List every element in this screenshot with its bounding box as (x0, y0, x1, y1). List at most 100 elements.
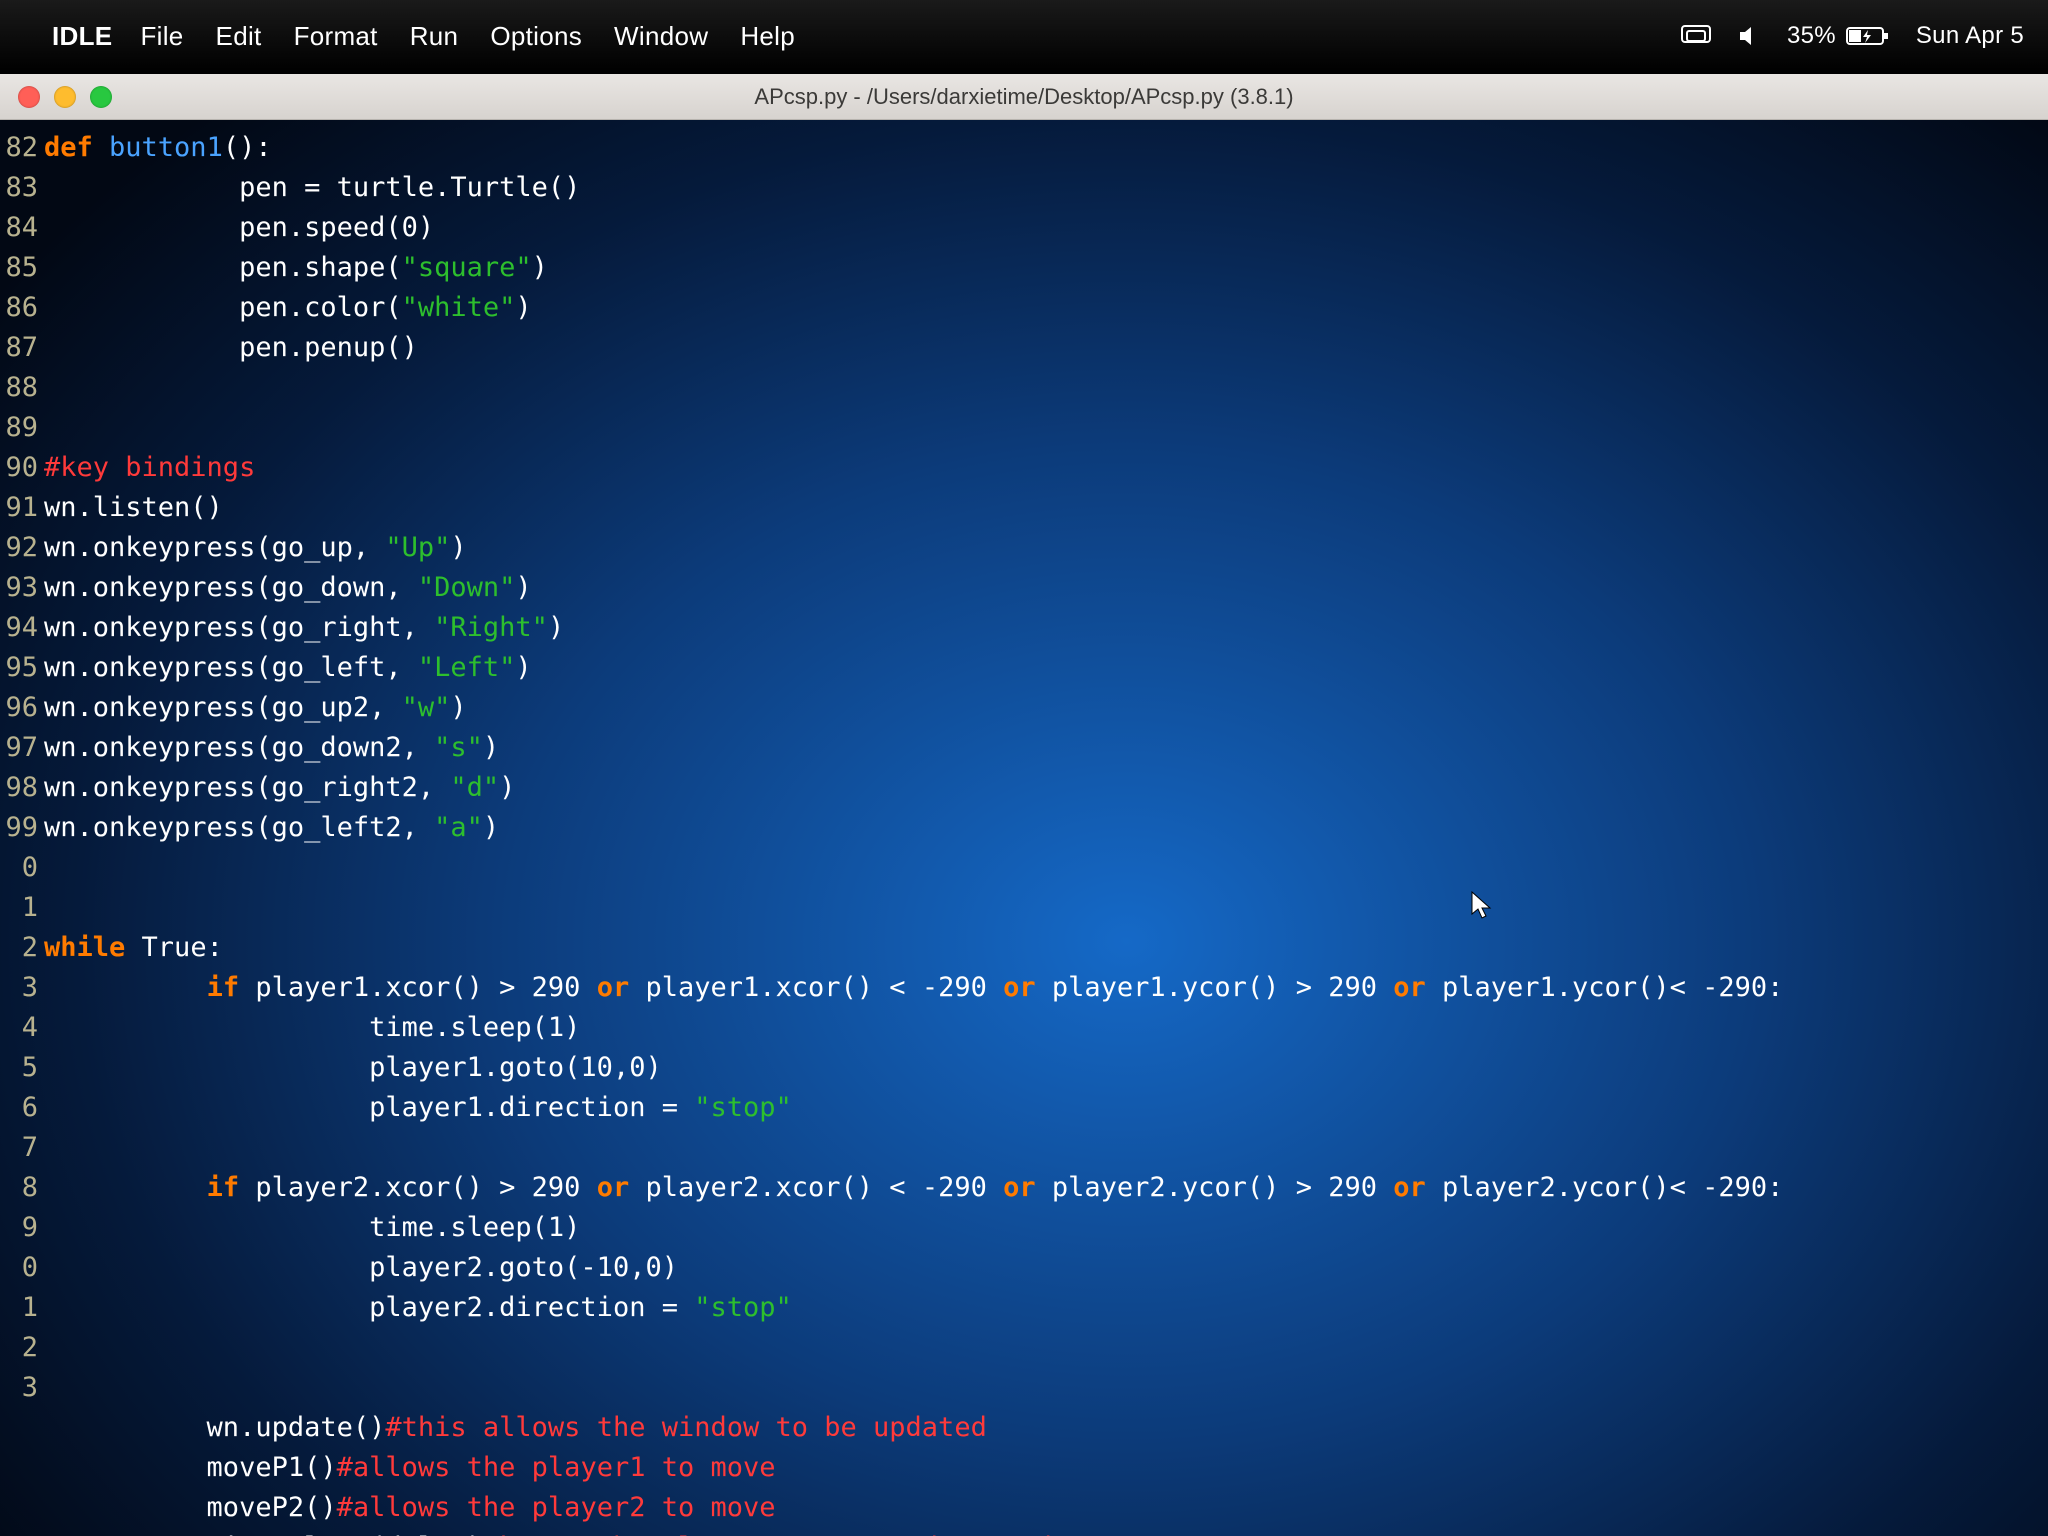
code-content[interactable] (44, 408, 2048, 448)
code-line[interactable]: 85 pen.shape("square") (0, 248, 2048, 288)
code-content[interactable]: wn.onkeypress(go_down, "Down") (44, 568, 2048, 608)
code-content[interactable]: #key bindings (44, 448, 2048, 488)
menu-options[interactable]: Options (490, 21, 582, 52)
code-content[interactable]: time.sleep(1) (44, 1208, 2048, 1248)
code-line[interactable]: 4 time.sleep(1) (0, 1008, 2048, 1048)
menu-help[interactable]: Help (740, 21, 795, 52)
code-content[interactable] (44, 1128, 2048, 1168)
code-line[interactable]: 93wn.onkeypress(go_down, "Down") (0, 568, 2048, 608)
line-number: 0 (0, 848, 44, 888)
code-line[interactable]: 94wn.onkeypress(go_right, "Right") (0, 608, 2048, 648)
code-content[interactable]: wn.onkeypress(go_up, "Up") (44, 528, 2048, 568)
menu-run[interactable]: Run (410, 21, 459, 52)
code-line[interactable]: 98wn.onkeypress(go_right2, "d") (0, 768, 2048, 808)
code-line[interactable]: 2 (0, 1328, 2048, 1368)
code-line[interactable]: moveP1()#allows the player1 to move (0, 1448, 2048, 1488)
code-content[interactable]: wn.update()#this allows the window to be… (44, 1408, 2048, 1448)
line-number: 99 (0, 808, 44, 848)
code-content[interactable]: pen = turtle.Turtle() (44, 168, 2048, 208)
line-number: 97 (0, 728, 44, 768)
code-content[interactable]: pen.shape("square") (44, 248, 2048, 288)
code-line[interactable]: moveP2()#allows the player2 to move (0, 1488, 2048, 1528)
menubar-clock[interactable]: Sun Apr 5 (1916, 22, 2024, 50)
code-line[interactable]: 5 player1.goto(10,0) (0, 1048, 2048, 1088)
code-line[interactable]: time.sleep(delay)#keeps the player at a … (0, 1528, 2048, 1536)
code-content[interactable]: time.sleep(delay)#keeps the player at a … (44, 1528, 2048, 1536)
code-line[interactable]: 1 (0, 888, 2048, 928)
code-content[interactable]: pen.color("white") (44, 288, 2048, 328)
code-line[interactable]: 88 (0, 368, 2048, 408)
close-button[interactable] (18, 86, 40, 108)
line-number: 85 (0, 248, 44, 288)
code-content[interactable] (44, 1328, 2048, 1368)
code-content[interactable]: player2.goto(-10,0) (44, 1248, 2048, 1288)
code-line[interactable]: 1 player2.direction = "stop" (0, 1288, 2048, 1328)
code-content[interactable]: wn.onkeypress(go_right2, "d") (44, 768, 2048, 808)
code-line[interactable]: 7 (0, 1128, 2048, 1168)
battery-percent-text: 35% (1787, 22, 1836, 50)
menu-format[interactable]: Format (294, 21, 378, 52)
code-content[interactable]: pen.speed(0) (44, 208, 2048, 248)
code-content[interactable]: wn.onkeypress(go_right, "Right") (44, 608, 2048, 648)
code-line[interactable]: 3 if player1.xcor() > 290 or player1.xco… (0, 968, 2048, 1008)
code-line[interactable]: 82def button1(): (0, 128, 2048, 168)
code-content[interactable]: if player2.xcor() > 290 or player2.xcor(… (44, 1168, 2048, 1208)
code-content[interactable]: player2.direction = "stop" (44, 1288, 2048, 1328)
code-line[interactable]: 84 pen.speed(0) (0, 208, 2048, 248)
code-content[interactable]: def button1(): (44, 128, 2048, 168)
code-line[interactable]: 8 if player2.xcor() > 290 or player2.xco… (0, 1168, 2048, 1208)
code-line[interactable]: 2while True: (0, 928, 2048, 968)
menu-window[interactable]: Window (614, 21, 708, 52)
code-line[interactable]: 97wn.onkeypress(go_down2, "s") (0, 728, 2048, 768)
code-line[interactable]: 86 pen.color("white") (0, 288, 2048, 328)
traffic-lights (18, 86, 112, 108)
code-line[interactable]: 3 (0, 1368, 2048, 1408)
code-line[interactable]: 91wn.listen() (0, 488, 2048, 528)
code-content[interactable]: player1.direction = "stop" (44, 1088, 2048, 1128)
volume-icon[interactable] (1737, 25, 1761, 47)
menu-file[interactable]: File (140, 21, 183, 52)
code-line[interactable]: 89 (0, 408, 2048, 448)
code-content[interactable] (44, 368, 2048, 408)
code-line[interactable]: 87 pen.penup() (0, 328, 2048, 368)
code-line[interactable]: wn.update()#this allows the window to be… (0, 1408, 2048, 1448)
code-content[interactable] (44, 888, 2048, 928)
code-line[interactable]: 99wn.onkeypress(go_left2, "a") (0, 808, 2048, 848)
code-content[interactable]: wn.onkeypress(go_left2, "a") (44, 808, 2048, 848)
code-line[interactable]: 6 player1.direction = "stop" (0, 1088, 2048, 1128)
line-number (0, 1488, 44, 1528)
code-editor[interactable]: 82def button1():83 pen = turtle.Turtle()… (0, 120, 2048, 1536)
code-line[interactable]: 83 pen = turtle.Turtle() (0, 168, 2048, 208)
code-content[interactable]: moveP2()#allows the player2 to move (44, 1488, 2048, 1528)
code-line[interactable]: 90#key bindings (0, 448, 2048, 488)
code-line[interactable]: 95wn.onkeypress(go_left, "Left") (0, 648, 2048, 688)
menubar-status-area: 35% Sun Apr 5 (1681, 22, 2024, 50)
code-line[interactable]: 9 time.sleep(1) (0, 1208, 2048, 1248)
code-content[interactable]: time.sleep(1) (44, 1008, 2048, 1048)
code-line[interactable]: 92wn.onkeypress(go_up, "Up") (0, 528, 2048, 568)
minimize-button[interactable] (54, 86, 76, 108)
code-line[interactable]: 0 (0, 848, 2048, 888)
code-line[interactable]: 96wn.onkeypress(go_up2, "w") (0, 688, 2048, 728)
code-content[interactable]: moveP1()#allows the player1 to move (44, 1448, 2048, 1488)
line-number: 91 (0, 488, 44, 528)
line-number (0, 1528, 44, 1536)
screen-mirror-icon[interactable] (1681, 25, 1711, 47)
code-line[interactable]: 0 player2.goto(-10,0) (0, 1248, 2048, 1288)
code-content[interactable]: pen.penup() (44, 328, 2048, 368)
window-titlebar[interactable]: APcsp.py - /Users/darxietime/Desktop/APc… (0, 74, 2048, 120)
menu-edit[interactable]: Edit (216, 21, 262, 52)
app-name[interactable]: IDLE (52, 21, 112, 52)
code-content[interactable] (44, 848, 2048, 888)
code-content[interactable]: if player1.xcor() > 290 or player1.xcor(… (44, 968, 2048, 1008)
code-content[interactable]: wn.onkeypress(go_up2, "w") (44, 688, 2048, 728)
line-number: 93 (0, 568, 44, 608)
code-content[interactable] (44, 1368, 2048, 1408)
code-content[interactable]: player1.goto(10,0) (44, 1048, 2048, 1088)
code-content[interactable]: wn.onkeypress(go_left, "Left") (44, 648, 2048, 688)
battery-status[interactable]: 35% (1787, 22, 1890, 50)
code-content[interactable]: wn.onkeypress(go_down2, "s") (44, 728, 2048, 768)
code-content[interactable]: wn.listen() (44, 488, 2048, 528)
zoom-button[interactable] (90, 86, 112, 108)
code-content[interactable]: while True: (44, 928, 2048, 968)
